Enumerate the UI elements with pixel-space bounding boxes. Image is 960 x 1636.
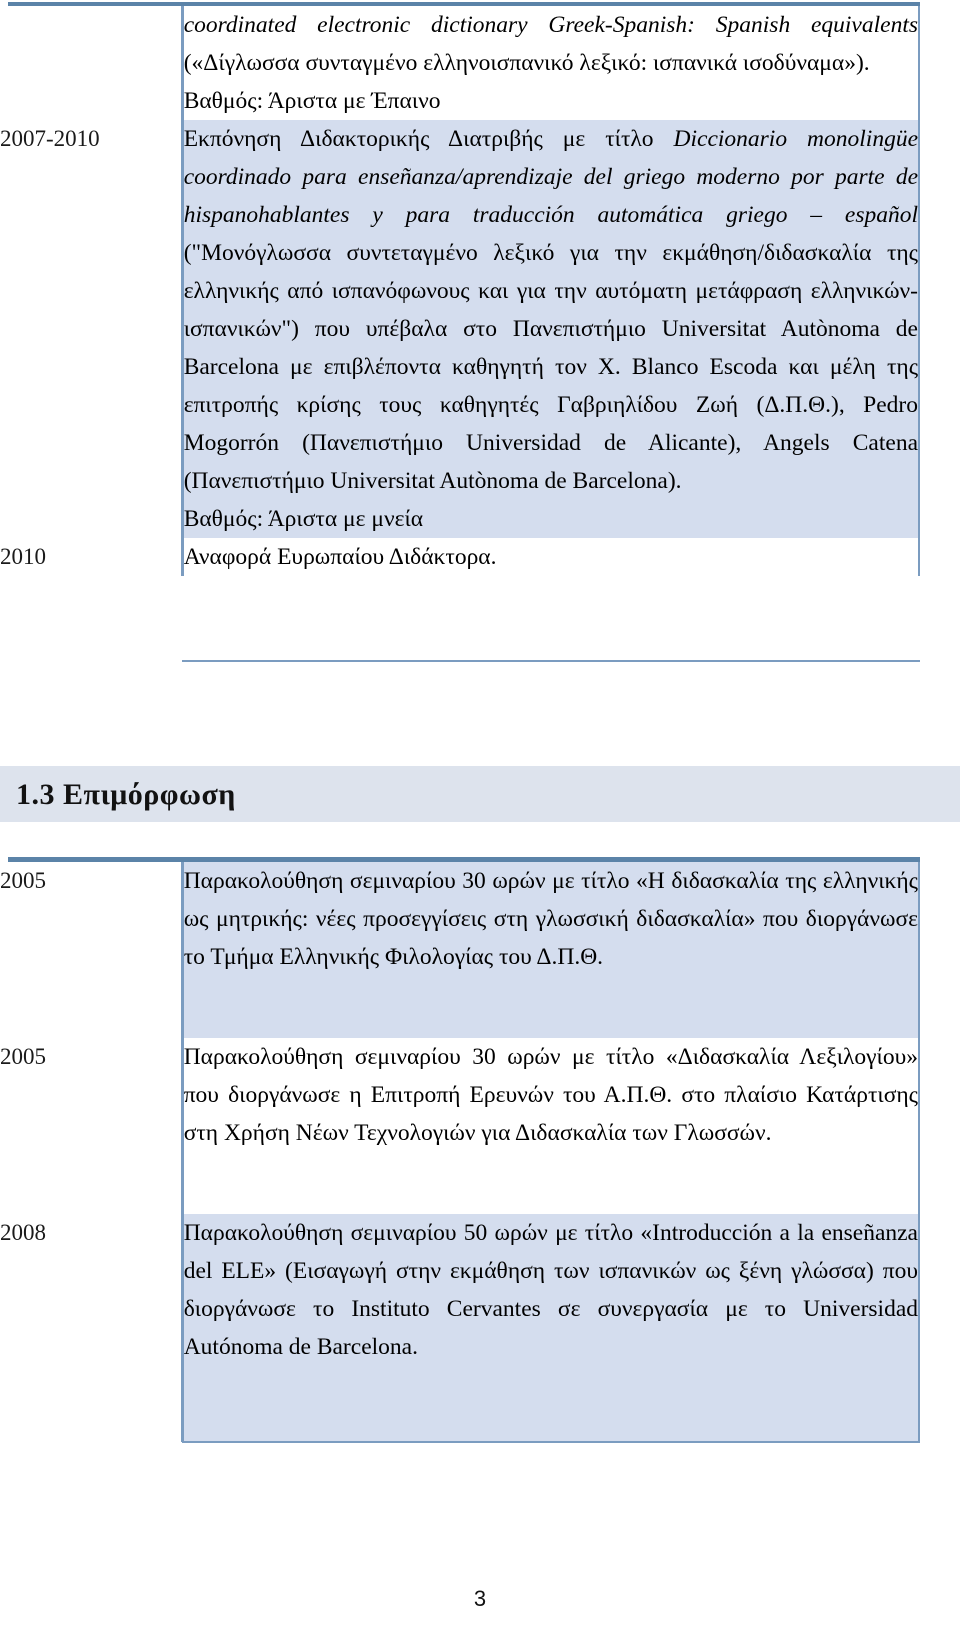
table-row: 2010 Αναφορά Ευρωπαίου Διδάκτορα.: [0, 538, 920, 576]
entry-text: Εκπόνηση Διδακτορικής Διατριβής με τίτλο: [183, 126, 674, 152]
year-cell: 2005: [0, 862, 183, 1038]
entry-paragraph: Παρακολούθηση σεμιναρίου 30 ωρών με τίτλ…: [184, 862, 918, 976]
entry-text: Βαθμός: Άριστα με μνεία: [183, 506, 424, 532]
year-cell: 2008: [0, 1214, 183, 1442]
entry-paragraph: coordinated electronic dictionary Greek-…: [184, 6, 918, 82]
page-number: 3: [473, 1586, 487, 1611]
entry-paragraph: Αναφορά Ευρωπαίου Διδάκτορα.: [184, 538, 918, 576]
table-row: 2008 Παρακολούθηση σεμιναρίου 50 ωρών με…: [0, 1214, 920, 1442]
entry-paragraph: Παρακολούθηση σεμιναρίου 50 ωρών με τίτλ…: [184, 1214, 918, 1366]
entry-cell: Αναφορά Ευρωπαίου Διδάκτορα.: [180, 538, 920, 576]
entry-paragraph: Βαθμός: Άριστα με μνεία: [184, 500, 918, 538]
table-training-bottom-rule: [182, 1441, 920, 1443]
entry-cell: Παρακολούθηση σεμιναρίου 50 ωρών με τίτλ…: [180, 1214, 920, 1442]
table-row: 2005 Παρακολούθηση σεμιναρίου 30 ωρών με…: [0, 1038, 920, 1214]
entry-text: («Δίγλωσσα συνταγμένο ελληνοισπανικό λεξ…: [183, 50, 870, 76]
document-page: coordinated electronic dictionary Greek-…: [0, 0, 960, 1636]
entry-text: Παρακολούθηση σεμιναρίου 30 ωρών με τίτλ…: [183, 1044, 918, 1146]
entry-text: Βαθμός: Άριστα με Έπαινο: [183, 88, 441, 114]
entry-cell: Εκπόνηση Διδακτορικής Διατριβής με τίτλο…: [180, 120, 920, 538]
entry-text-italic: coordinated electronic dictionary Greek-…: [183, 12, 918, 38]
entry-text: Αναφορά Ευρωπαίου Διδάκτορα.: [183, 544, 497, 570]
table-row: 2005 Παρακολούθηση σεμιναρίου 30 ωρών με…: [0, 862, 920, 1038]
year-cell: 2005: [0, 1038, 183, 1214]
year-cell: 2010: [0, 538, 183, 576]
table-education: coordinated electronic dictionary Greek-…: [0, 6, 920, 576]
table-row: 2007-2010 Εκπόνηση Διδακτορικής Διατριβή…: [0, 120, 920, 538]
year-cell: 2007-2010: [0, 120, 183, 538]
table-education-bottom-rule: [182, 660, 920, 662]
entry-cell: Παρακολούθηση σεμιναρίου 30 ωρών με τίτλ…: [180, 1038, 920, 1214]
entry-paragraph: Παρακολούθηση σεμιναρίου 30 ωρών με τίτλ…: [184, 1038, 918, 1152]
entry-text: Παρακολούθηση σεμιναρίου 30 ωρών με τίτλ…: [183, 868, 918, 970]
entry-text: ("Μονόγλωσσα συντεταγμένο λεξικό για την…: [183, 240, 918, 494]
entry-text: Παρακολούθηση σεμιναρίου 50 ωρών με τίτλ…: [183, 1220, 918, 1360]
entry-cell: coordinated electronic dictionary Greek-…: [180, 6, 920, 120]
year-cell: [0, 6, 183, 120]
table-row: coordinated electronic dictionary Greek-…: [0, 6, 920, 120]
entry-paragraph: Βαθμός: Άριστα με Έπαινο: [184, 82, 918, 120]
table-training: 2005 Παρακολούθηση σεμιναρίου 30 ωρών με…: [0, 862, 920, 1442]
entry-cell: Παρακολούθηση σεμιναρίου 30 ωρών με τίτλ…: [180, 862, 920, 1038]
section-heading: 1.3 Επιμόρφωση: [16, 778, 236, 811]
entry-paragraph: Εκπόνηση Διδακτορικής Διατριβής με τίτλο…: [184, 120, 918, 500]
